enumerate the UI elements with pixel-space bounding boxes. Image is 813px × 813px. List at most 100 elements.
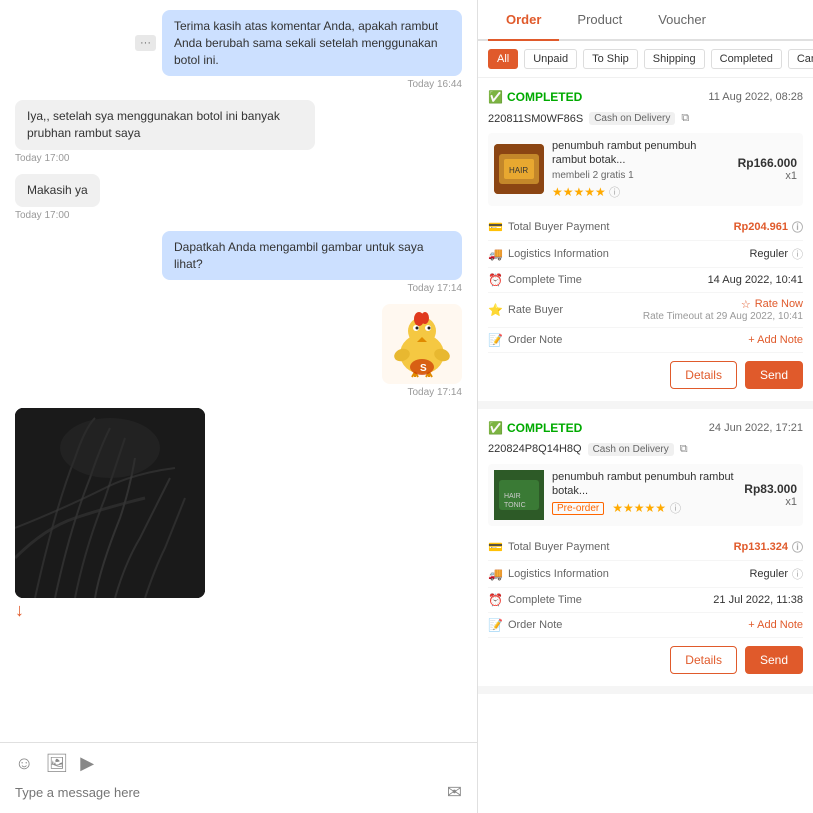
clock-icon: ⏰: [488, 273, 503, 287]
preorder-badge: Pre-order: [552, 502, 604, 515]
product-price: Rp166.000: [738, 156, 797, 170]
tab-product[interactable]: Product: [559, 0, 640, 41]
filter-toship[interactable]: To Ship: [583, 49, 638, 69]
complete-time-label: ⏰ Complete Time: [488, 273, 582, 287]
logistics-value: Reguler ⓘ: [749, 566, 803, 582]
send-icon[interactable]: ✉: [447, 782, 462, 803]
chat-input-area: ☺ 🖼 ▶ ✉: [0, 742, 477, 813]
order-id: 220811SM0WF86S: [488, 113, 583, 125]
details-button[interactable]: Details: [670, 646, 737, 674]
rate-now-link[interactable]: ☆ Rate Now: [741, 298, 803, 311]
tab-order[interactable]: Order: [488, 0, 559, 41]
note-icon: 📝: [488, 333, 503, 347]
product-price: Rp83.000: [744, 482, 797, 496]
order-card-2: ✅ COMPLETED 24 Jun 2022, 17:21 220824P8Q…: [478, 409, 813, 694]
total-payment-row: 💳 Total Buyer Payment Rp204.961 ⓘ: [488, 214, 803, 241]
add-note-link[interactable]: + Add Note: [748, 619, 803, 631]
complete-time-label: ⏰ Complete Time: [488, 593, 582, 607]
payment-icon: 💳: [488, 540, 503, 554]
info-icon: ⓘ: [792, 246, 803, 262]
order-status: ✅ COMPLETED: [488, 421, 582, 435]
chat-toolbar: ☺ 🖼 ▶: [15, 753, 462, 774]
send-button[interactable]: Send: [745, 361, 803, 389]
product-info: penumbuh rambut penumbuh rambut botak...…: [552, 470, 736, 520]
order-id-row: 220811SM0WF86S Cash on Delivery ⧉: [488, 112, 803, 125]
info-icon: ⓘ: [792, 566, 803, 582]
chat-panel: ··· Terima kasih atas komentar Anda, apa…: [0, 0, 478, 813]
product-stars: ★★★★★: [612, 501, 666, 515]
info-icon: ⓘ: [792, 219, 803, 235]
order-header: ✅ COMPLETED 24 Jun 2022, 17:21: [488, 421, 803, 435]
total-payment-label: 💳 Total Buyer Payment: [488, 220, 609, 234]
info-icon: ⓘ: [609, 187, 620, 199]
logistics-label: 🚚 Logistics Information: [488, 567, 609, 581]
message-bubble-sent: Dapatkah Anda mengambil gambar untuk say…: [162, 231, 462, 281]
order-status: ✅ COMPLETED: [488, 90, 582, 104]
message-time: Today 17:00: [15, 210, 70, 221]
sticker: S: [382, 304, 462, 384]
svg-text:TONIC: TONIC: [504, 502, 526, 509]
order-info-rows: 💳 Total Buyer Payment Rp204.961 ⓘ 🚚 Logi…: [488, 214, 803, 353]
order-info-rows: 💳 Total Buyer Payment Rp131.324 ⓘ 🚚 Logi…: [488, 534, 803, 638]
logistics-icon: 🚚: [488, 567, 503, 581]
svg-text:HAIR: HAIR: [504, 493, 521, 500]
tab-voucher[interactable]: Voucher: [640, 0, 724, 41]
product-thumbnail-2: HAIR TONIC: [494, 470, 544, 520]
star-icon: ⭐: [488, 303, 503, 317]
message-bubble-sent: Terima kasih atas komentar Anda, apakah …: [162, 10, 462, 76]
details-button[interactable]: Details: [670, 361, 737, 389]
logistics-value: Reguler ⓘ: [749, 246, 803, 262]
message-menu-button[interactable]: ···: [135, 35, 156, 51]
message-text: Makasih ya: [27, 183, 88, 197]
order-id-row: 220824P8Q14H8Q Cash on Delivery ⧉: [488, 443, 803, 456]
main-container: ··· Terima kasih atas komentar Anda, apa…: [0, 0, 813, 813]
filter-all[interactable]: All: [488, 49, 518, 69]
product-thumbnail: HAIR: [494, 144, 544, 194]
product-qty: x1: [738, 170, 797, 182]
filter-shipping[interactable]: Shipping: [644, 49, 705, 69]
complete-time-value: 14 Aug 2022, 10:41: [708, 274, 803, 286]
info-icon: ⓘ: [670, 500, 681, 516]
video-button[interactable]: ▶: [80, 753, 94, 774]
chat-input[interactable]: [15, 785, 447, 800]
orders-list: ✅ COMPLETED 11 Aug 2022, 08:28 220811SM0…: [478, 78, 813, 813]
total-payment-value: Rp204.961 ⓘ: [734, 219, 803, 235]
total-payment-value: Rp131.324 ⓘ: [734, 539, 803, 555]
filter-tabs: All Unpaid To Ship Shipping Completed Ca…: [478, 41, 813, 78]
logistics-label: 🚚 Logistics Information: [488, 247, 609, 261]
note-icon: 📝: [488, 618, 503, 632]
order-date: 11 Aug 2022, 08:28: [708, 91, 803, 103]
filter-unpaid[interactable]: Unpaid: [524, 49, 577, 69]
product-row: HAIR TONIC penumbuh rambut penumbuh ramb…: [488, 464, 803, 526]
order-actions: Details Send: [488, 361, 803, 389]
message-time: Today 17:00: [15, 153, 70, 164]
add-note-link[interactable]: + Add Note: [748, 334, 803, 346]
product-price-qty: Rp166.000 x1: [738, 156, 797, 182]
copy-icon[interactable]: ⧉: [681, 112, 689, 125]
filter-cancellation[interactable]: Cancellation: [788, 49, 813, 69]
status-label: COMPLETED: [507, 90, 582, 104]
emoji-button[interactable]: ☺: [15, 753, 33, 774]
message-row: Iya,, setelah sya menggunakan botol ini …: [15, 100, 462, 164]
complete-time-value: 21 Jul 2022, 11:38: [713, 594, 803, 606]
product-promo: membeli 2 gratis 1: [552, 170, 730, 181]
download-icon[interactable]: ↓: [15, 600, 24, 621]
filter-completed[interactable]: Completed: [711, 49, 782, 69]
order-actions: Details Send: [488, 646, 803, 674]
product-name: penumbuh rambut penumbuh rambut botak...: [552, 470, 736, 499]
info-icon: ⓘ: [792, 539, 803, 555]
product-info: penumbuh rambut penumbuh rambut botak...…: [552, 139, 730, 200]
download-area: ↓: [15, 600, 24, 621]
product-name: penumbuh rambut penumbuh rambut botak...: [552, 139, 730, 168]
product-qty: x1: [744, 496, 797, 508]
message-time: Today 17:14: [408, 283, 463, 294]
orders-tabs: Order Product Voucher: [478, 0, 813, 41]
order-note-label: 📝 Order Note: [488, 618, 562, 632]
send-button[interactable]: Send: [745, 646, 803, 674]
message-row: Dapatkah Anda mengambil gambar untuk say…: [15, 231, 462, 295]
image-button[interactable]: 🖼: [45, 753, 68, 774]
payment-method-tag: Cash on Delivery: [589, 112, 675, 125]
order-note-row: 📝 Order Note + Add Note: [488, 328, 803, 353]
order-date: 24 Jun 2022, 17:21: [709, 422, 803, 434]
copy-icon[interactable]: ⧉: [680, 443, 688, 456]
